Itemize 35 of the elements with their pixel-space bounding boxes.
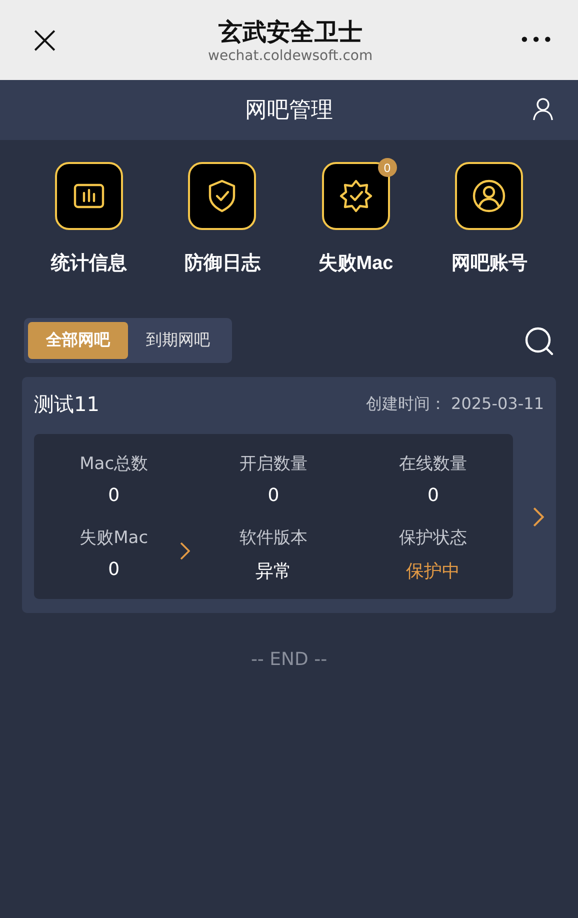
shortcut-label[interactable]: 防御日志 (184, 250, 260, 276)
count-badge: 0 (378, 158, 397, 177)
stat-label: Mac总数 (80, 453, 148, 475)
cafe-card[interactable]: 测试11 创建时间： 2025-03-11 Mac总数 0 开启数量 0 在线数量 0 失败Mac 0 软件版本 异常 保护状态 保护中 (22, 377, 556, 613)
stat-value: 0 (108, 559, 120, 580)
page-title: 玄武安全卫士 (218, 17, 362, 48)
created-date: 创建时间： 2025-03-11 (366, 394, 544, 415)
filter-tab[interactable]: 到期网吧 (128, 322, 228, 359)
shortcut-label[interactable]: 统计信息 (50, 250, 127, 276)
shortcut-tile[interactable] (322, 162, 390, 230)
shortcut-label[interactable]: 失败Mac (318, 250, 394, 276)
shortcut-tile[interactable] (455, 162, 524, 230)
shortcut-tile[interactable] (188, 162, 256, 230)
cafe-name: 测试11 (34, 391, 100, 418)
page-url: wechat.coldewsoft.com (208, 48, 373, 64)
stat-value: 0 (427, 485, 439, 506)
stat-label: 在线数量 (399, 453, 468, 475)
stat-value: 保护中 (406, 560, 460, 583)
stat-label: 软件版本 (239, 527, 308, 549)
chevron-icon[interactable] (180, 542, 190, 560)
shortcut-label[interactable]: 网吧账号 (451, 250, 528, 276)
stat-value: 异常 (255, 560, 292, 583)
close-button[interactable]: × (28, 20, 62, 60)
stat-label: 保护状态 (399, 527, 468, 549)
stat-value: 0 (268, 485, 280, 506)
more-button[interactable]: ••• (519, 30, 554, 50)
search-icon[interactable] (524, 326, 554, 356)
user-icon[interactable] (532, 97, 554, 121)
nav-title: 网吧管理 (245, 97, 333, 125)
shortcut-tile[interactable] (54, 162, 123, 230)
stat-label: 失败Mac (80, 527, 148, 549)
chevron-icon[interactable] (533, 506, 544, 526)
end-text: -- END -- (250, 649, 328, 670)
stat-label: 开启数量 (239, 453, 308, 475)
stat-value: 0 (108, 485, 120, 506)
